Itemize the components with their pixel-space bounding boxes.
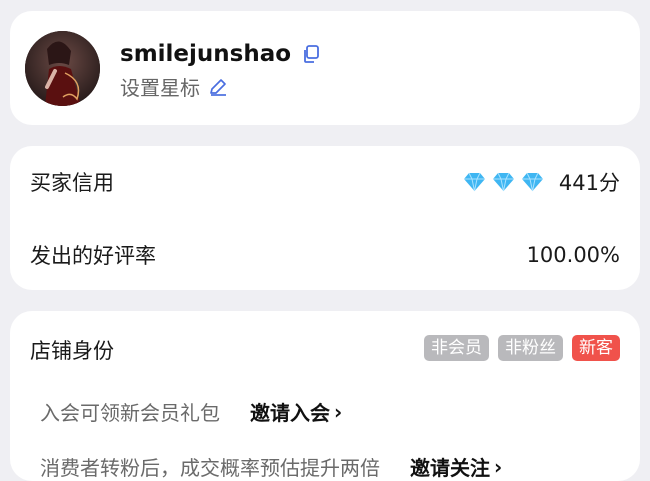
invite-member-link[interactable]: 邀请入会 [250, 397, 330, 426]
rating-row: 发出的好评率 100.00% [30, 239, 620, 271]
edit-icon[interactable] [208, 77, 228, 97]
diamond-icon [521, 172, 543, 192]
chevron-right-icon[interactable]: › [334, 400, 342, 424]
credit-diamonds [458, 171, 545, 193]
copy-icon[interactable] [301, 44, 321, 64]
new-customer-badge: 新客 [572, 335, 620, 361]
avatar[interactable] [25, 31, 100, 106]
rating-value: 100.00% [526, 243, 620, 267]
invite-member-desc: 入会可领新会员礼包 [40, 401, 220, 425]
diamond-icon [492, 172, 514, 192]
invite-follow-row: 消费者转粉后，成交概率预估提升两倍 邀请关注 › [40, 452, 502, 481]
non-member-badge: 非会员 [424, 335, 489, 361]
rating-label: 发出的好评率 [30, 244, 156, 268]
stats-card: 买家信用 441分 发出的好评率 100.00% [10, 146, 640, 290]
identity-badges: 非会员 非粉丝 新客 [424, 335, 620, 361]
username: smilejunshao [120, 41, 321, 67]
set-star-button[interactable]: 设置星标 [120, 72, 228, 101]
username-text: smilejunshao [120, 41, 292, 67]
credit-label: 买家信用 [30, 171, 114, 195]
credit-row: 买家信用 441分 [30, 166, 620, 198]
invite-follow-desc: 消费者转粉后，成交概率预估提升两倍 [40, 456, 380, 480]
store-identity-card: 店铺身份 非会员 非粉丝 新客 入会可领新会员礼包 邀请入会 › 消费者转粉后，… [10, 311, 640, 481]
credit-value: 441分 [458, 167, 620, 197]
store-identity-title: 店铺身份 [30, 339, 114, 363]
diamond-icon [463, 172, 485, 192]
profile-card: smilejunshao 设置星标 [10, 11, 640, 125]
non-fan-badge: 非粉丝 [498, 335, 563, 361]
chevron-right-icon[interactable]: › [494, 455, 502, 479]
set-star-label: 设置星标 [120, 76, 200, 100]
invite-member-row: 入会可领新会员礼包 邀请入会 › [40, 397, 342, 426]
avatar-image [25, 31, 100, 106]
credit-score: 441分 [558, 171, 620, 195]
invite-follow-link[interactable]: 邀请关注 [410, 452, 490, 481]
